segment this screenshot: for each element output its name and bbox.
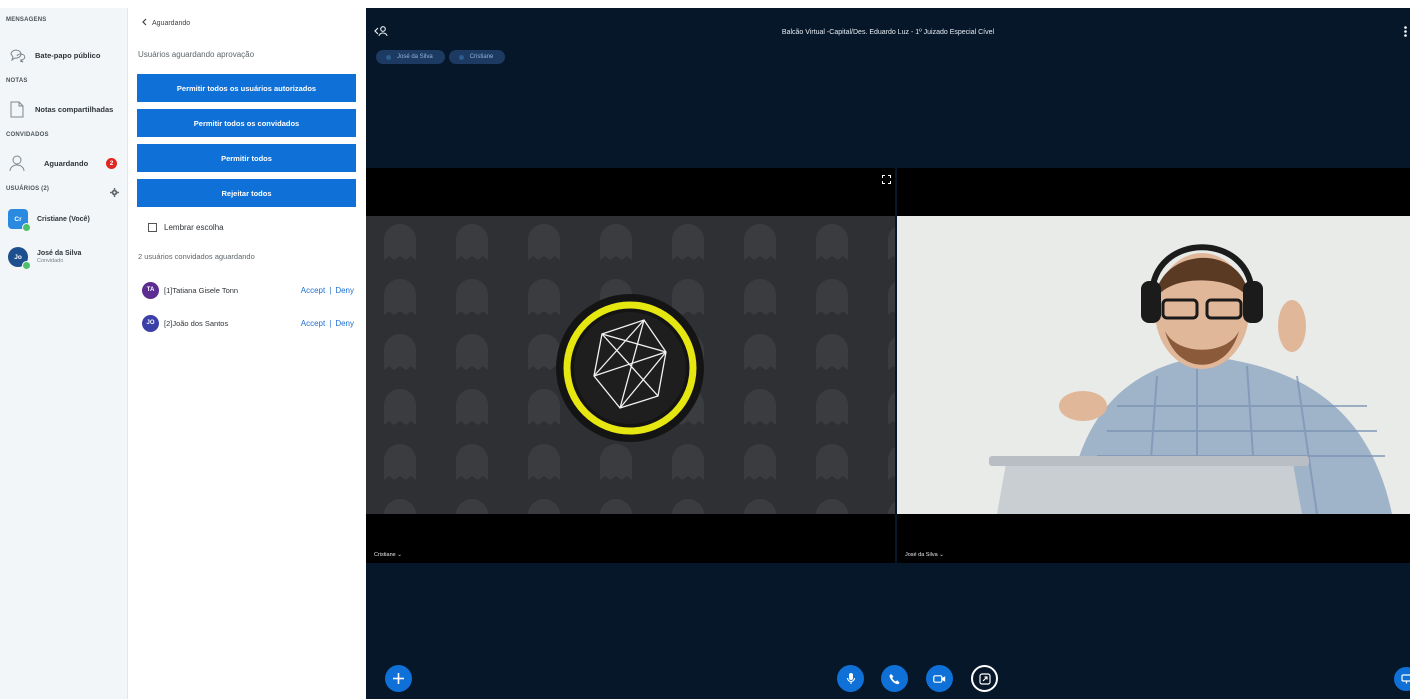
- mic-dot: [458, 54, 464, 60]
- guest-name: [1]Tatiana Gisele Tonn: [164, 285, 239, 295]
- video-tile-jose[interactable]: José da Silva ⌄: [897, 168, 1410, 563]
- more-options-icon[interactable]: [1404, 24, 1408, 42]
- guest-avatar: TA: [142, 281, 159, 299]
- allow-all-button[interactable]: Permitir todos: [137, 144, 356, 172]
- presentation-icon: [1400, 674, 1410, 684]
- microphone-button[interactable]: [837, 665, 864, 692]
- back-button[interactable]: Aguardando: [142, 18, 190, 28]
- shared-notes-label: Notas compartilhadas: [35, 104, 114, 114]
- screen-share-button[interactable]: [971, 665, 998, 692]
- shared-notes-item[interactable]: Notas compartilhadas: [8, 98, 121, 120]
- remember-choice[interactable]: Lembrar escolha: [148, 223, 224, 232]
- presentation-button[interactable]: [1394, 667, 1410, 691]
- microphone-icon: [846, 673, 855, 684]
- remember-checkbox[interactable]: [148, 223, 157, 232]
- avatar: Cr: [8, 209, 31, 232]
- guest-name: [2]João dos Santos: [164, 318, 229, 328]
- guest-row: JO [2]João dos Santos Accept | Deny: [142, 313, 354, 333]
- online-status-dot: [22, 261, 31, 270]
- talking-indicators: José da Silva Cristiane: [376, 50, 506, 64]
- user-name: Cristiane (Você): [37, 215, 90, 223]
- video-frame: [897, 216, 1410, 514]
- chat-icon: [8, 46, 26, 64]
- mic-dot: [386, 54, 391, 60]
- note-icon: [8, 100, 26, 118]
- fullscreen-icon[interactable]: [882, 171, 891, 189]
- separator: |: [329, 285, 332, 295]
- camera-background-image: [366, 216, 895, 514]
- actions-plus-button[interactable]: [385, 665, 412, 692]
- avatar-initials: Cr: [14, 215, 22, 223]
- deny-all-button[interactable]: Rejeitar todos: [137, 179, 356, 207]
- screen-share-icon: [978, 672, 991, 685]
- guests-section-title: CONVIDADOS: [6, 132, 49, 138]
- accept-button[interactable]: Accept: [301, 319, 325, 328]
- waiting-users-item[interactable]: Aguardando 2: [8, 152, 121, 174]
- avatar-initials: Jo: [14, 253, 22, 261]
- talker-name: Cristiane: [469, 54, 494, 60]
- video-tile-cristiane[interactable]: Cristiane ⌄: [366, 168, 895, 563]
- users-section-title: USUÁRIOS (2): [6, 186, 50, 192]
- meeting-topbar: Balcão Virtual -Capital/Des. Eduardo Luz…: [366, 8, 1410, 48]
- video-camera-icon: [933, 674, 946, 683]
- settings-gear-icon[interactable]: [110, 184, 119, 202]
- waiting-count-badge: 2: [106, 157, 117, 169]
- public-chat-item[interactable]: Bate-papo público: [8, 44, 121, 66]
- user-name: José da Silva: [37, 250, 82, 257]
- camera-button[interactable]: [926, 665, 953, 692]
- messages-section-title: MENSAGENS: [6, 17, 47, 23]
- waiting-count-text: 2 usuários convidados aguardando: [138, 252, 255, 261]
- panel-title: Usuários aguardando aprovação: [138, 50, 255, 59]
- user-icon: [8, 154, 26, 172]
- user-item-jose[interactable]: Jo José da Silva Convidado: [8, 246, 121, 270]
- waiting-label: Aguardando: [44, 158, 89, 168]
- webcam-feed-image: [897, 216, 1410, 514]
- talker-name: José da Silva: [397, 54, 433, 60]
- notes-section-title: NOTAS: [6, 78, 28, 84]
- app-root: MENSAGENS Bate-papo público NOTAS Notas …: [0, 0, 1410, 699]
- deny-button[interactable]: Deny: [335, 286, 354, 295]
- meeting-title: Balcão Virtual -Capital/Des. Eduardo Luz…: [781, 29, 995, 36]
- guest-avatar: JO: [142, 314, 159, 332]
- meeting-area: Balcão Virtual -Capital/Des. Eduardo Luz…: [366, 8, 1410, 699]
- talker-pill[interactable]: José da Silva: [376, 50, 445, 64]
- video-user-name: Cristiane ⌄: [374, 552, 402, 558]
- user-text: Cristiane (Você): [37, 216, 90, 223]
- meeting-controls: [366, 663, 1410, 699]
- deny-button[interactable]: Deny: [335, 319, 354, 328]
- guest-actions: Accept | Deny: [301, 319, 354, 328]
- talker-pill[interactable]: Cristiane: [448, 50, 506, 64]
- phone-icon: [888, 673, 900, 684]
- user-list-sidebar: MENSAGENS Bate-papo público NOTAS Notas …: [0, 8, 128, 699]
- avatar: Jo: [8, 247, 31, 270]
- allow-authenticated-button[interactable]: Permitir todos os usuários autorizados: [137, 74, 356, 102]
- separator: |: [329, 318, 332, 328]
- video-frame: [366, 216, 895, 514]
- remember-label: Lembrar escolha: [164, 223, 224, 232]
- chevron-left-icon: [142, 18, 147, 28]
- plus-icon: [393, 673, 404, 684]
- user-role: Convidado: [37, 258, 64, 264]
- user-item-cristiane[interactable]: Cr Cristiane (Você): [8, 208, 121, 232]
- allow-guests-button[interactable]: Permitir todos os convidados: [137, 109, 356, 137]
- accept-button[interactable]: Accept: [301, 286, 325, 295]
- user-text: José da Silva Convidado: [37, 250, 81, 264]
- public-chat-label: Bate-papo público: [35, 50, 101, 60]
- guest-row: TA [1]Tatiana Gisele Tonn Accept | Deny: [142, 280, 354, 300]
- guest-actions: Accept | Deny: [301, 286, 354, 295]
- waiting-users-panel: Aguardando Usuários aguardando aprovação…: [128, 8, 366, 699]
- audio-phone-button[interactable]: [881, 665, 908, 692]
- back-label: Aguardando: [152, 19, 191, 27]
- online-status-dot: [22, 223, 31, 232]
- video-user-name: José da Silva ⌄: [905, 552, 944, 558]
